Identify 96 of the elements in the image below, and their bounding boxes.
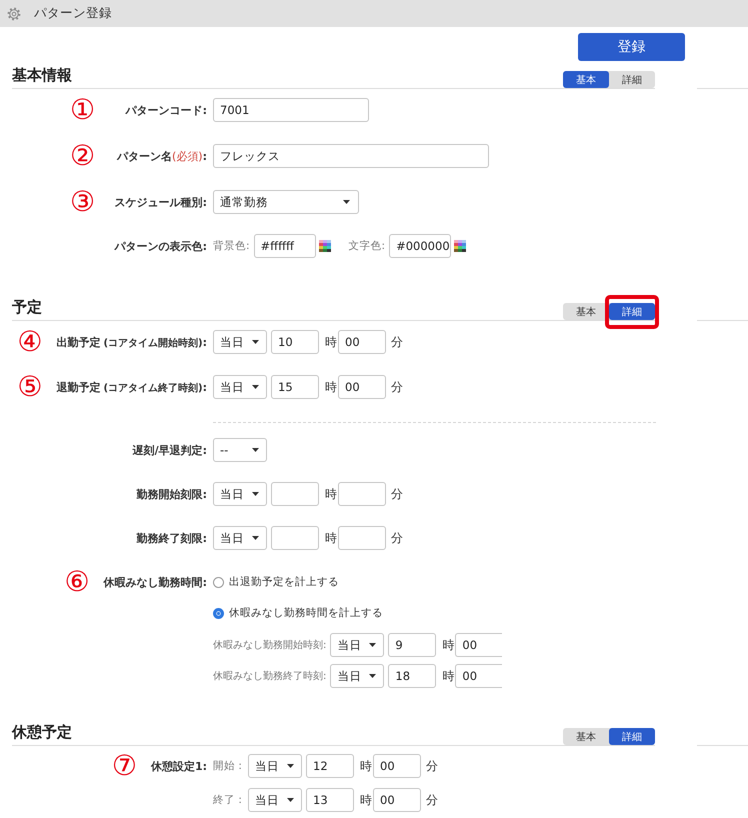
minute-field[interactable]: 00 <box>455 633 502 657</box>
field-label: 退勤予定 (コアタイム終了時刻): <box>56 380 207 394</box>
caret-icon <box>369 643 376 647</box>
hour-field[interactable]: 10 <box>271 330 319 354</box>
view-tab[interactable]: 詳細 <box>609 728 655 745</box>
minute-field[interactable]: 00 <box>338 330 386 354</box>
hour-field[interactable]: 9 <box>388 633 436 657</box>
view-tab[interactable]: 詳細 <box>609 71 655 88</box>
unit-label: 時 <box>325 486 337 502</box>
unit-label: 時 <box>360 758 372 774</box>
view-tab[interactable]: 基本 <box>563 303 609 320</box>
schedule-type-select[interactable]: 通常勤務 <box>213 190 359 214</box>
section-heading: 基本情報 <box>12 65 72 86</box>
text-field[interactable]: 7001 <box>213 98 369 122</box>
hour-field[interactable]: 18 <box>388 664 436 688</box>
day-select[interactable]: 当日 <box>213 330 267 354</box>
day-select[interactable]: 当日 <box>248 788 302 812</box>
caret-icon <box>252 340 259 344</box>
window-title: パターン登録 <box>34 5 112 22</box>
caret-icon <box>252 492 259 496</box>
field-label: 休暇みなし勤務時間: <box>104 574 207 590</box>
day-select[interactable]: 当日 <box>248 754 302 778</box>
time-label: 休暇みなし勤務終了時刻: <box>213 670 326 683</box>
day-select[interactable]: 当日 <box>330 633 384 657</box>
annotation-number: ⑤ <box>17 373 42 401</box>
unit-label: 分 <box>391 530 403 546</box>
color-code-field[interactable]: #000000 <box>389 234 452 258</box>
field-label: 出勤予定 (コアタイム開始時刻): <box>56 334 207 350</box>
field-label: パターンの表示色: <box>114 238 207 254</box>
day-select[interactable]: 当日 <box>213 375 267 399</box>
time-label: 休暇みなし勤務開始時刻: <box>213 638 326 652</box>
caret-icon <box>287 798 294 802</box>
field-label: 勤務開始刻限: <box>136 486 207 502</box>
field-label: 遅刻/早退判定: <box>132 442 207 458</box>
hour-field[interactable]: 13 <box>306 788 354 812</box>
section-heading: 予定 <box>12 297 42 318</box>
hour-field[interactable]: 15 <box>271 375 319 399</box>
settings-icon[interactable] <box>7 6 21 20</box>
radio-option[interactable]: 休暇みなし勤務時間を計上する <box>213 604 383 622</box>
minute-field[interactable]: 00 <box>338 375 386 399</box>
hour-field[interactable]: 12 <box>306 754 354 778</box>
unit-label: 時 <box>360 792 372 808</box>
annotation-number: ③ <box>70 188 96 216</box>
annotation-number: ⑥ <box>64 568 90 596</box>
field-label: 休憩設定1: <box>150 758 207 774</box>
field-label: パターン名(必須): <box>117 148 207 164</box>
radio-icon[interactable] <box>213 576 224 588</box>
annotation-number: ④ <box>17 328 42 356</box>
radio-icon[interactable] <box>213 608 224 618</box>
caret-icon <box>343 200 350 204</box>
unit-label: 時 <box>442 668 454 684</box>
text-field[interactable]: フレックス <box>213 144 489 168</box>
view-tab[interactable]: 詳細 <box>609 303 655 320</box>
minute-field[interactable] <box>338 482 386 506</box>
annotation-number: ① <box>70 96 96 124</box>
color-grid-icon[interactable] <box>454 240 466 252</box>
annotation-number: ⑦ <box>112 752 137 780</box>
unit-label: 時 <box>325 334 337 350</box>
unit-label: 時 <box>442 636 454 654</box>
day-select[interactable]: 当日 <box>213 482 267 506</box>
hour-field[interactable] <box>271 526 319 550</box>
minute-field[interactable] <box>338 526 386 550</box>
color-grid-icon[interactable] <box>318 240 331 252</box>
unit-label: 時 <box>325 530 337 546</box>
color-code-field[interactable]: #ffffff <box>254 234 316 258</box>
hour-field[interactable] <box>271 482 319 506</box>
caret-icon <box>287 764 294 768</box>
color-label: 背景色: <box>213 239 250 253</box>
unit-label: 時 <box>325 378 337 396</box>
unit-label: 分 <box>391 378 403 396</box>
minute-field[interactable]: 00 <box>455 664 502 688</box>
time-label: 開始 : <box>213 759 243 773</box>
day-select[interactable]: 当日 <box>330 664 384 688</box>
register-button[interactable]: 登録 <box>578 33 685 61</box>
field-label: 勤務終了刻限: <box>136 530 207 546</box>
view-tab[interactable]: 基本 <box>563 728 609 745</box>
time-label: 終了 : <box>213 793 243 807</box>
field-label: スケジュール種別: <box>114 194 207 210</box>
minute-field[interactable]: 00 <box>373 754 421 778</box>
section-heading: 休憩予定 <box>12 722 72 743</box>
unit-label: 分 <box>426 792 438 808</box>
caret-icon <box>369 674 376 678</box>
unit-label: 分 <box>391 334 403 350</box>
caret-icon <box>252 536 259 540</box>
unit-label: 分 <box>391 486 403 502</box>
unit-label: 分 <box>426 758 438 774</box>
caret-icon <box>252 385 259 389</box>
day-select[interactable]: 当日 <box>213 526 267 550</box>
radio-option[interactable]: 出退勤予定を計上する <box>213 573 339 591</box>
caret-icon <box>252 448 259 452</box>
field-label: パターンコード: <box>126 102 207 118</box>
minute-field[interactable]: 00 <box>373 788 421 812</box>
annotation-number: ② <box>70 142 96 170</box>
judgement-select[interactable]: -- <box>213 438 267 462</box>
view-tab[interactable]: 基本 <box>563 71 609 88</box>
color-label: 文字色: <box>348 239 386 253</box>
